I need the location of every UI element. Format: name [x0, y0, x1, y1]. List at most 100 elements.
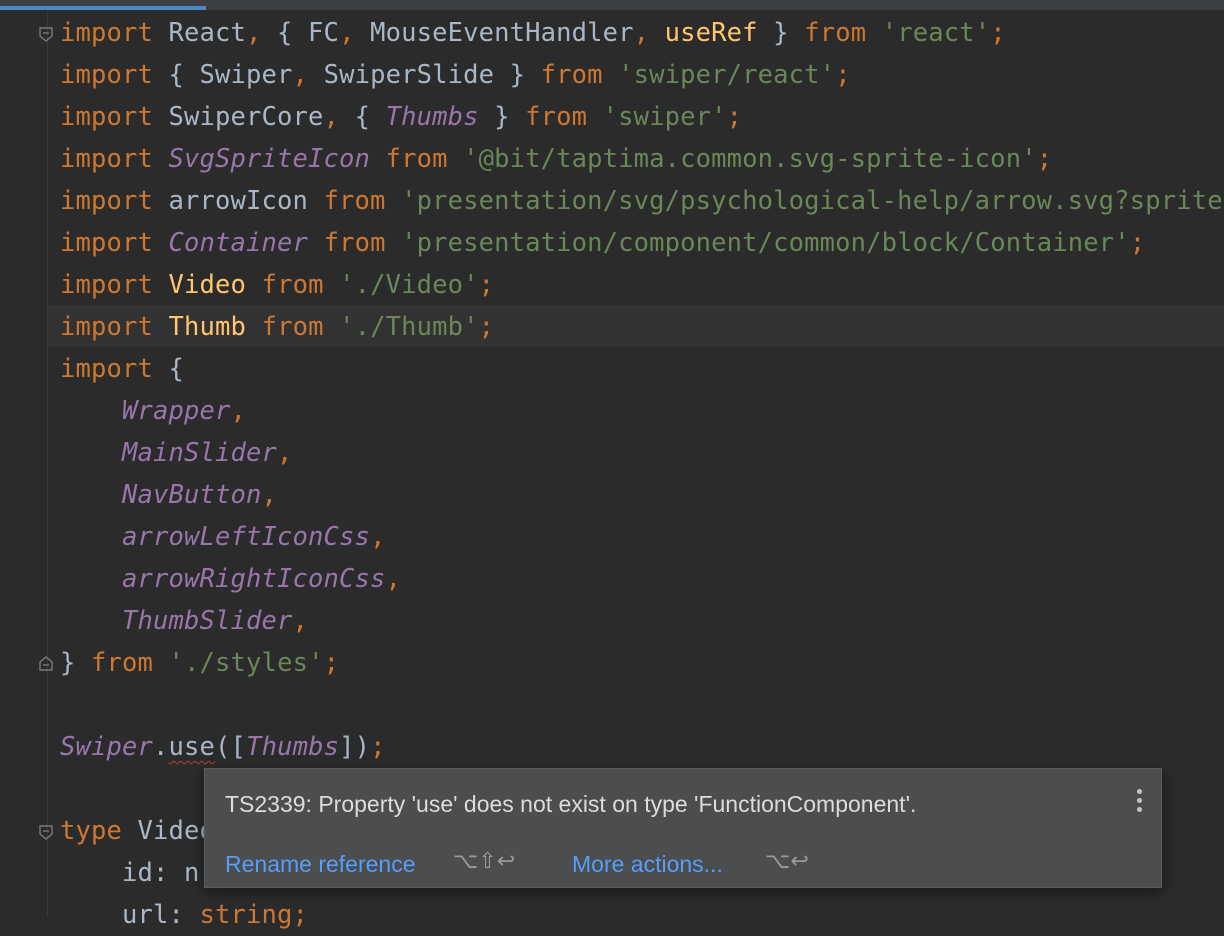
code-token: ,: [246, 18, 262, 48]
more-options-icon[interactable]: [1131, 789, 1147, 819]
code-token: ,: [277, 438, 293, 468]
code-token: ,: [370, 522, 386, 552]
code-token: ;: [478, 270, 495, 300]
code-line[interactable]: import Video from './Video';: [60, 264, 494, 306]
code-token: {: [153, 354, 185, 384]
code-line[interactable]: Wrapper,: [60, 390, 246, 432]
code-token: ,: [230, 396, 247, 426]
code-line[interactable]: arrowRightIconCss,: [60, 558, 401, 600]
more-actions-shortcut: ⌥↩: [765, 849, 809, 874]
code-token: arrowIcon: [153, 186, 324, 216]
code-token: MouseEventHandler: [354, 18, 634, 48]
code-line[interactable]: NavButton,: [60, 474, 277, 516]
rename-reference-link[interactable]: Rename reference: [225, 851, 416, 878]
code-token: ;: [292, 900, 309, 930]
code-line[interactable]: import Thumb from './Thumb';: [60, 306, 494, 348]
code-token: NavButton: [122, 480, 262, 510]
code-token: from: [91, 648, 154, 678]
editor-gutter: [0, 10, 48, 916]
code-token: './styles': [168, 648, 324, 678]
code-token: ,: [292, 60, 309, 90]
code-line[interactable]: ThumbSlider,: [60, 600, 308, 642]
code-token: { Swiper: [153, 60, 293, 90]
code-token: import: [60, 144, 154, 174]
code-token: useRef: [664, 18, 758, 48]
code-token: import: [60, 60, 154, 90]
code-line[interactable]: import arrowIcon from 'presentation/svg/…: [60, 180, 1224, 222]
code-token: from: [540, 60, 603, 90]
fold-start-icon[interactable]: [37, 823, 55, 841]
code-line[interactable]: import Container from 'presentation/comp…: [60, 222, 1145, 264]
code-token: React: [153, 18, 247, 48]
code-token: './Thumb': [339, 312, 479, 342]
code-token: ;: [1036, 144, 1053, 174]
code-token: ;: [323, 648, 340, 678]
code-token: Video: [122, 816, 216, 846]
code-line[interactable]: type Video: [60, 810, 215, 852]
code-token: Thumbs: [246, 732, 340, 762]
code-token: ;: [990, 18, 1006, 48]
code-token: Wrapper: [122, 396, 231, 426]
code-token: }: [478, 102, 526, 132]
code-line[interactable]: import {: [60, 348, 184, 390]
code-token: 'swiper': [602, 102, 727, 132]
error-message: TS2339: Property 'use' does not exist on…: [225, 791, 917, 817]
code-token: MainSlider: [122, 438, 278, 468]
code-token: string: [199, 900, 293, 930]
fold-end-icon[interactable]: [37, 655, 55, 673]
code-token: from: [385, 144, 448, 174]
code-token: from: [261, 312, 324, 342]
code-token: from: [525, 102, 588, 132]
code-token: .: [153, 732, 169, 762]
code-line[interactable]: import { Swiper, SwiperSlide } from 'swi…: [60, 54, 851, 96]
code-token: from: [323, 228, 386, 258]
code-token: ,: [633, 18, 650, 48]
code-token: import: [60, 312, 154, 342]
code-line[interactable]: import React, { FC, MouseEventHandler, u…: [60, 12, 1006, 54]
code-token: import: [60, 354, 154, 384]
code-token: ,: [292, 606, 309, 636]
gutter-divider: [47, 10, 48, 916]
code-token: ;: [370, 732, 386, 762]
code-line[interactable]: import SwiperCore, { Thumbs } from 'swip…: [60, 96, 742, 138]
code-line[interactable]: id: n: [60, 852, 200, 894]
code-token: arrowLeftIconCss: [122, 522, 371, 552]
code-token: '@bit/taptima.common.svg-sprite-icon': [463, 144, 1037, 174]
code-line[interactable]: Swiper.use([Thumbs]);: [60, 726, 386, 768]
code-line[interactable]: } from './styles';: [60, 642, 339, 684]
code-token: 'swiper/react': [618, 60, 836, 90]
error-tooltip-popup: TS2339: Property 'use' does not exist on…: [204, 768, 1162, 888]
code-token: ,: [323, 102, 340, 132]
code-line[interactable]: MainSlider,: [60, 432, 293, 474]
fold-start-icon[interactable]: [37, 25, 55, 43]
code-token: SwiperSlide }: [308, 60, 541, 90]
code-token: 'react': [881, 18, 991, 48]
code-token: 'presentation/component/common/block/Con…: [401, 228, 1130, 258]
code-line[interactable]: arrowLeftIconCss,: [60, 516, 386, 558]
code-line[interactable]: url: string;: [60, 894, 308, 936]
code-line[interactable]: import SvgSpriteIcon from '@bit/taptima.…: [60, 138, 1052, 180]
code-token: import: [60, 228, 154, 258]
code-token: ]): [339, 732, 371, 762]
more-actions-link[interactable]: More actions...: [572, 851, 723, 878]
code-token: { FC: [261, 18, 340, 48]
